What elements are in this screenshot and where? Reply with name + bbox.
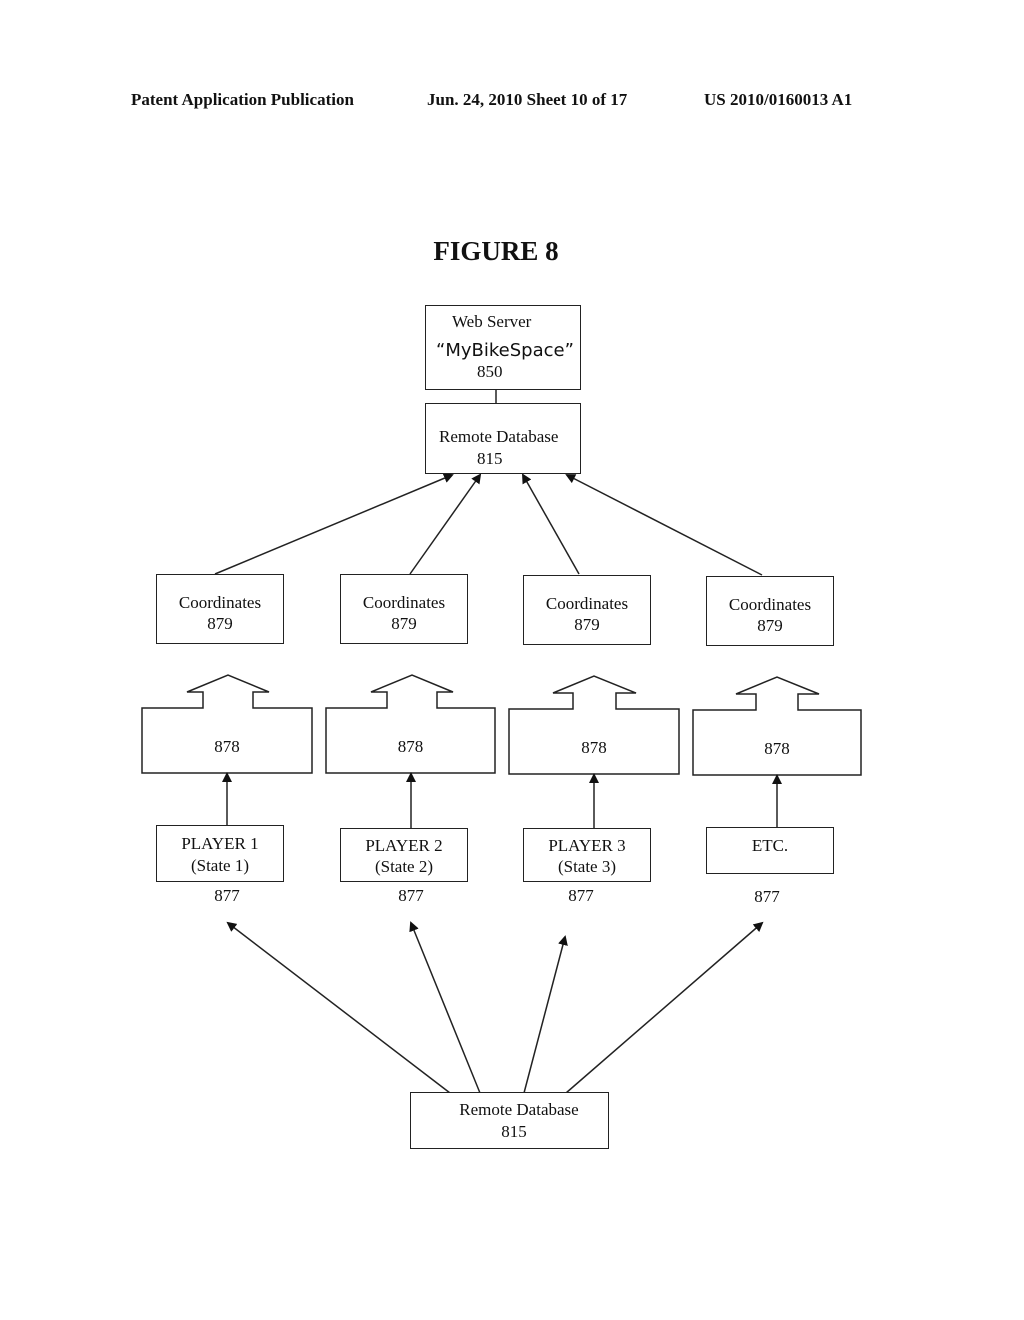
coordinates-ref: 879	[207, 614, 233, 633]
coordinates-box-2: Coordinates 879	[340, 574, 468, 644]
transmitter-ref-2: 878	[397, 737, 424, 756]
player-name: PLAYER 3	[548, 836, 626, 855]
remote-database-top-label: Remote Database	[439, 427, 559, 446]
coordinates-ref: 879	[574, 615, 600, 634]
arrow-db-to-etc	[565, 921, 764, 1094]
arrow-db-to-player1	[226, 921, 451, 1094]
remote-database-bottom-label: Remote Database	[459, 1100, 579, 1119]
arrow-db-to-player2	[409, 921, 481, 1094]
player-box-1: PLAYER 1 (State 1)	[156, 825, 284, 882]
transmitter-shape-1	[141, 674, 313, 774]
player-ref-2: 877	[398, 886, 424, 905]
player-ref-1: 877	[214, 886, 240, 905]
web-server-ref: 850	[477, 362, 503, 381]
arrow-db-to-player3	[523, 935, 568, 1094]
remote-database-bottom-ref: 815	[501, 1122, 527, 1141]
player-box-3: PLAYER 3 (State 3)	[523, 828, 651, 882]
arrow-coord3-to-db	[522, 473, 580, 575]
transmitter-shape-4	[692, 676, 862, 776]
arrow-coord4-to-db	[565, 474, 763, 576]
transmitter-shape-2	[325, 674, 496, 774]
arrow-coord1-to-db	[214, 473, 454, 575]
player-name: PLAYER 2	[365, 836, 443, 855]
transmitter-shape-3	[508, 675, 680, 775]
arrow-coord2-to-db	[409, 473, 482, 575]
remote-database-top-box: Remote Database 815	[425, 403, 581, 474]
coordinates-label: Coordinates	[545, 594, 629, 613]
transmitter-ref-4: 878	[764, 739, 790, 758]
coordinates-ref: 879	[391, 614, 417, 633]
coordinates-label: Coordinates	[728, 595, 812, 614]
web-server-name: “MyBikeSpace”	[436, 340, 574, 361]
player-box-etc: ETC.	[706, 827, 834, 874]
coordinates-ref: 879	[757, 616, 783, 635]
coordinates-box-1: Coordinates 879	[156, 574, 284, 644]
player-box-2: PLAYER 2 (State 2)	[340, 828, 468, 882]
player-ref-3: 877	[568, 886, 594, 905]
coordinates-label: Coordinates	[178, 593, 262, 612]
web-server-label: Web Server	[452, 312, 532, 331]
player-state: (State 2)	[374, 857, 434, 876]
player-state: (State 1)	[190, 856, 250, 875]
transmitter-ref-3: 878	[581, 738, 607, 757]
transmitter-ref-1: 878	[214, 737, 240, 756]
player-name: ETC.	[751, 836, 789, 855]
web-server-box: Web Server “MyBikeSpace” 850	[425, 305, 581, 390]
player-name: PLAYER 1	[181, 834, 259, 853]
player-ref-etc: 877	[754, 887, 780, 906]
remote-database-top-ref: 815	[477, 449, 503, 468]
coordinates-label: Coordinates	[362, 593, 446, 612]
player-state: (State 3)	[557, 857, 617, 876]
coordinates-box-3: Coordinates 879	[523, 575, 651, 645]
remote-database-bottom-box: Remote Database 815	[410, 1092, 609, 1149]
coordinates-box-4: Coordinates 879	[706, 576, 834, 646]
